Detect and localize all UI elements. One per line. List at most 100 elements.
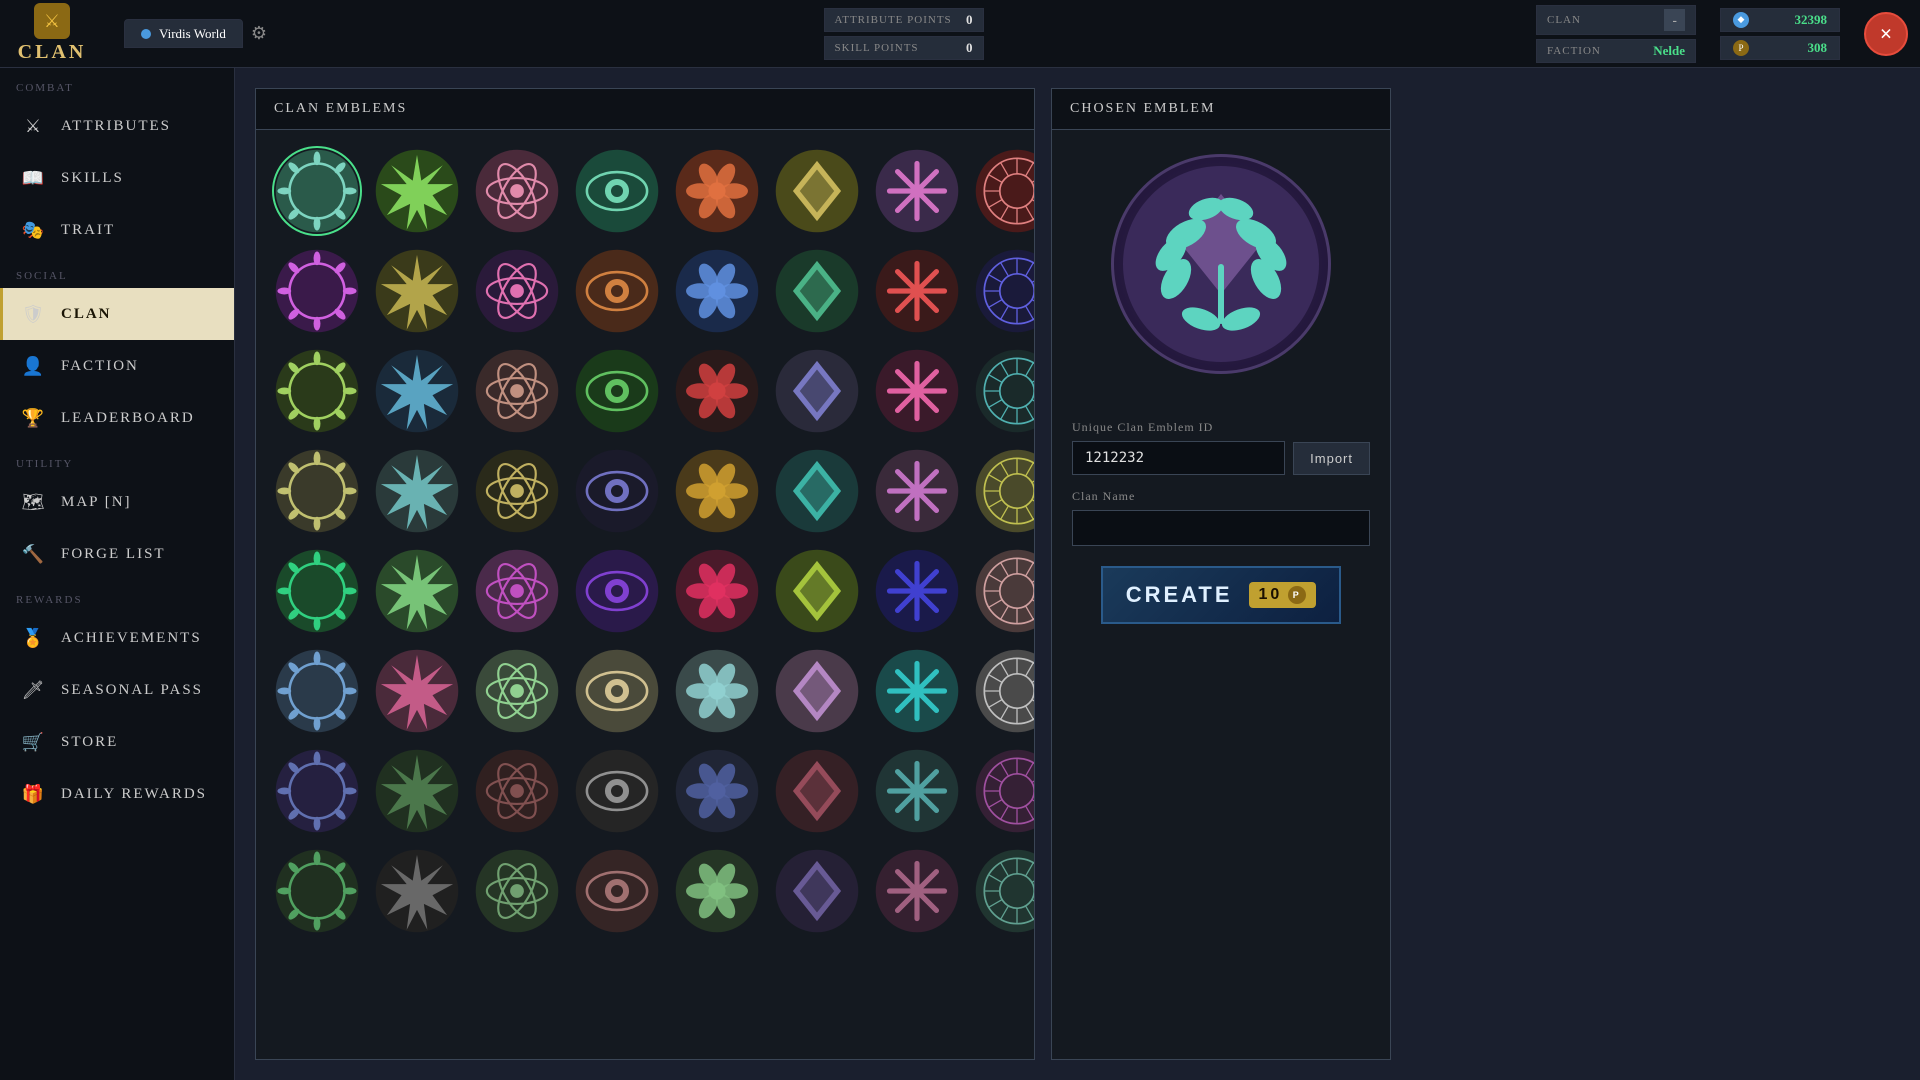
emblem-cell[interactable] xyxy=(572,446,662,536)
emblem-cell[interactable] xyxy=(572,746,662,836)
emblem-cell[interactable] xyxy=(472,246,562,336)
sidebar-item-seasonal-pass[interactable]: 🗡 SEASONAL PASS xyxy=(0,664,234,716)
emblem-cell[interactable] xyxy=(272,546,362,636)
emblem-cell[interactable] xyxy=(972,846,1034,936)
emblem-cell[interactable] xyxy=(872,546,962,636)
emblem-cell[interactable] xyxy=(372,246,462,336)
emblem-cell[interactable] xyxy=(572,246,662,336)
clan-name-input[interactable] xyxy=(1072,510,1370,546)
close-button[interactable]: × xyxy=(1864,12,1908,56)
emblem-cell[interactable] xyxy=(272,746,362,836)
emblem-cell[interactable] xyxy=(672,346,762,436)
sidebar: COMBAT ⚔ ATTRIBUTES 📖 SKILLS 🎭 TRAIT SOC… xyxy=(0,68,235,1080)
emblem-cell[interactable] xyxy=(772,846,862,936)
attributes-icon: ⚔ xyxy=(19,112,47,140)
emblem-cell[interactable] xyxy=(772,546,862,636)
emblem-cell[interactable] xyxy=(472,846,562,936)
daily-rewards-icon: 🎁 xyxy=(19,780,47,808)
emblem-cell[interactable] xyxy=(872,446,962,536)
sidebar-item-forge-list[interactable]: 🔨 FORGE LIST xyxy=(0,528,234,580)
trait-label: TRAIT xyxy=(61,222,115,239)
emblem-cell[interactable] xyxy=(472,746,562,836)
sidebar-item-leaderboard[interactable]: 🏆 LEADERBOARD xyxy=(0,392,234,444)
section-social: SOCIAL xyxy=(0,256,234,288)
emblem-cell[interactable] xyxy=(972,346,1034,436)
emblem-cell[interactable] xyxy=(872,746,962,836)
section-utility: UTILITY xyxy=(0,444,234,476)
settings-icon[interactable]: ⚙ xyxy=(247,19,271,48)
emblem-cell[interactable] xyxy=(272,346,362,436)
emblem-cell[interactable] xyxy=(472,546,562,636)
emblem-cell[interactable] xyxy=(672,446,762,536)
emblem-cell[interactable] xyxy=(972,746,1034,836)
clan-minus-button[interactable]: - xyxy=(1664,9,1685,31)
currency-1-row: ◆ 32398 xyxy=(1720,8,1840,32)
emblem-cell[interactable] xyxy=(972,646,1034,736)
emblem-cell[interactable] xyxy=(372,646,462,736)
sidebar-item-clan[interactable]: 🛡 CLAN xyxy=(0,288,234,340)
sidebar-item-map[interactable]: 🗺 MAP [N] xyxy=(0,476,234,528)
emblem-cell[interactable] xyxy=(472,646,562,736)
emblem-cell[interactable] xyxy=(372,746,462,836)
emblem-cell[interactable] xyxy=(272,846,362,936)
emblem-cell[interactable] xyxy=(872,346,962,436)
sidebar-item-skills[interactable]: 📖 SKILLS xyxy=(0,152,234,204)
emblem-cell[interactable] xyxy=(872,846,962,936)
trait-icon: 🎭 xyxy=(19,216,47,244)
emblem-cell[interactable] xyxy=(272,646,362,736)
create-label: CREATE xyxy=(1126,582,1233,608)
sidebar-item-store[interactable]: 🛒 STORE xyxy=(0,716,234,768)
emblem-cell[interactable] xyxy=(672,846,762,936)
emblem-cell[interactable] xyxy=(472,346,562,436)
sidebar-item-achievements[interactable]: 🏅 ACHIEVEMENTS xyxy=(0,612,234,664)
emblem-cell[interactable] xyxy=(772,446,862,536)
emblem-cell[interactable] xyxy=(372,846,462,936)
emblem-cell[interactable] xyxy=(272,146,362,236)
chosen-panel-header: CHOSEN EMBLEM xyxy=(1052,89,1390,130)
emblem-cell[interactable] xyxy=(872,146,962,236)
sidebar-item-attributes[interactable]: ⚔ ATTRIBUTES xyxy=(0,100,234,152)
store-label: STORE xyxy=(61,734,118,751)
emblem-cell[interactable] xyxy=(572,846,662,936)
top-tabs: Virdis World ⚙ xyxy=(124,19,271,48)
emblem-cell[interactable] xyxy=(672,646,762,736)
emblem-cell[interactable] xyxy=(672,746,762,836)
emblem-cell[interactable] xyxy=(272,246,362,336)
emblem-cell[interactable] xyxy=(372,346,462,436)
emblem-cell[interactable] xyxy=(572,646,662,736)
skills-icon: 📖 xyxy=(19,164,47,192)
emblem-cell[interactable] xyxy=(772,146,862,236)
emblem-cell[interactable] xyxy=(272,446,362,536)
sidebar-item-faction[interactable]: 👤 FACTION xyxy=(0,340,234,392)
emblem-cell[interactable] xyxy=(872,246,962,336)
attr-points-label: ATTRIBUTE POINTS xyxy=(835,14,961,26)
emblem-cell[interactable] xyxy=(572,546,662,636)
emblem-cell[interactable] xyxy=(772,246,862,336)
emblem-cell[interactable] xyxy=(472,446,562,536)
sidebar-item-daily-rewards[interactable]: 🎁 DAILY REWARDS xyxy=(0,768,234,820)
emblem-cell[interactable] xyxy=(772,746,862,836)
import-button[interactable]: Import xyxy=(1293,442,1370,475)
emblem-cell[interactable] xyxy=(372,446,462,536)
emblem-cell[interactable] xyxy=(972,146,1034,236)
emblem-cell[interactable] xyxy=(972,246,1034,336)
emblem-cell[interactable] xyxy=(672,146,762,236)
emblem-cell[interactable] xyxy=(372,146,462,236)
emblem-cell[interactable] xyxy=(972,546,1034,636)
emblem-cell[interactable] xyxy=(572,346,662,436)
emblem-cell[interactable] xyxy=(572,146,662,236)
emblem-cell[interactable] xyxy=(372,546,462,636)
emblem-id-input[interactable] xyxy=(1072,441,1285,475)
emblem-cell[interactable] xyxy=(972,446,1034,536)
emblem-cell[interactable] xyxy=(872,646,962,736)
create-button[interactable]: CREATE 10 P xyxy=(1101,566,1341,624)
emblem-cell[interactable] xyxy=(472,146,562,236)
emblem-cell[interactable] xyxy=(672,246,762,336)
tab-virdis-world[interactable]: Virdis World xyxy=(124,19,243,48)
sidebar-item-trait[interactable]: 🎭 TRAIT xyxy=(0,204,234,256)
emblem-cell[interactable] xyxy=(772,346,862,436)
emblem-cell[interactable] xyxy=(672,546,762,636)
faction-icon: 👤 xyxy=(19,352,47,380)
emblem-cell[interactable] xyxy=(772,646,862,736)
leaderboard-icon: 🏆 xyxy=(19,404,47,432)
